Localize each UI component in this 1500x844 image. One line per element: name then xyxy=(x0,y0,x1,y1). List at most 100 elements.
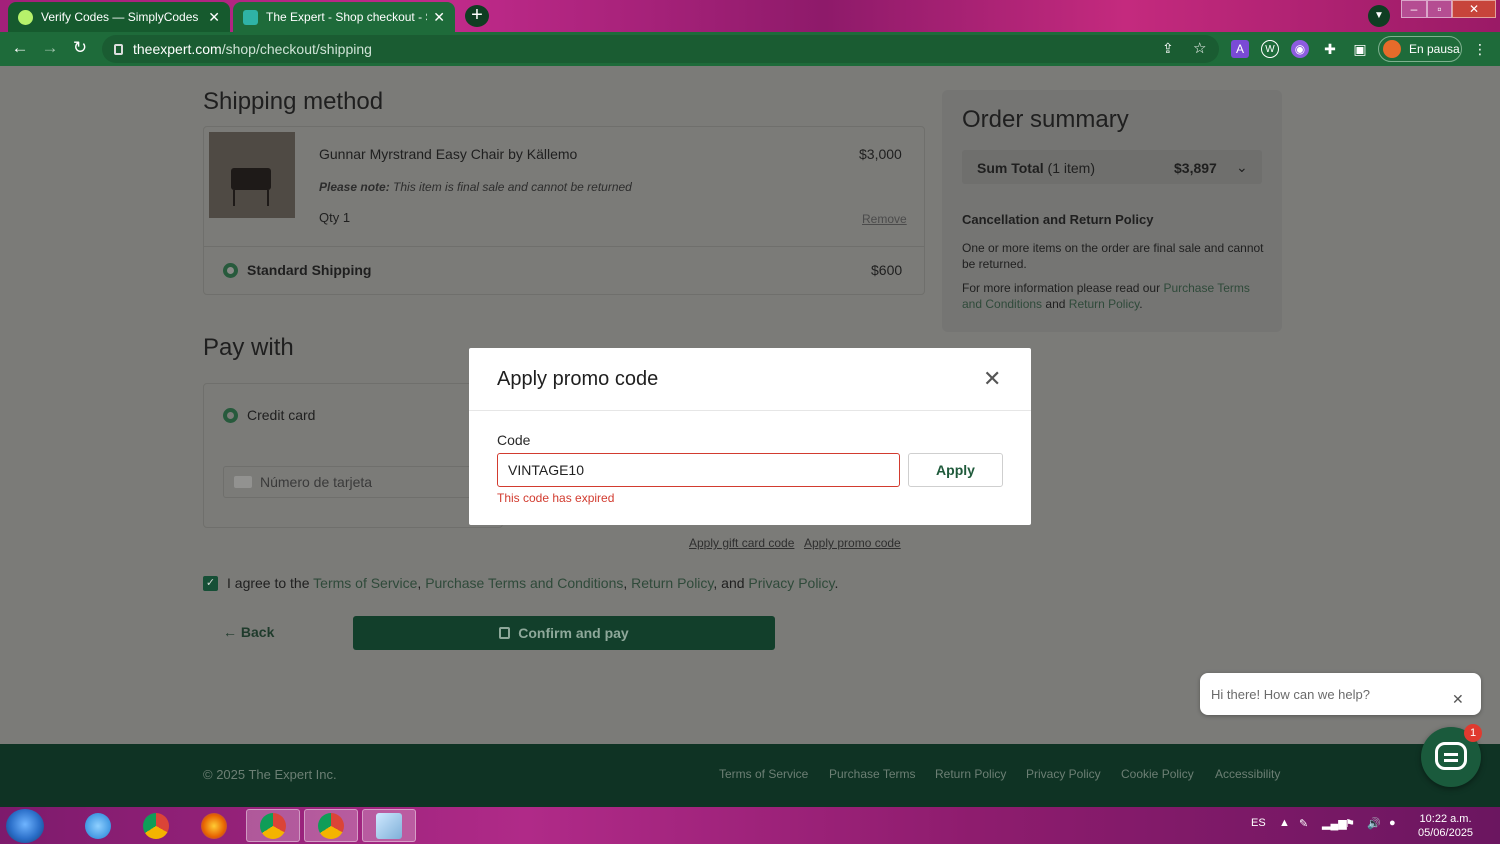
browser-toolbar: ← → ↻ theexpert.com/shop/checkout/shippi… xyxy=(0,32,1500,66)
policy-text: One or more items on the order are final… xyxy=(962,241,1264,271)
windows-taskbar: ES ▲ ✎ ▂▄▆ ⚑ 🔊 ● 10:22 a.m. 05/06/2025 xyxy=(0,807,1500,844)
minimize-window-button[interactable]: – xyxy=(1401,0,1427,18)
standard-shipping-radio[interactable] xyxy=(223,263,238,278)
extensions-puzzle-icon[interactable]: ✚ xyxy=(1321,40,1339,58)
simplycodes-favicon-icon xyxy=(18,9,33,25)
chrome-window-2-icon[interactable] xyxy=(304,809,358,842)
note-prefix: Please note: xyxy=(319,180,390,194)
order-summary-heading: Order summary xyxy=(962,106,1129,133)
terms-of-service-link[interactable]: Terms of Service xyxy=(313,575,417,591)
apply-promo-code-link[interactable]: Apply promo code xyxy=(804,536,901,550)
return-policy-link[interactable]: Return Policy xyxy=(1069,297,1139,311)
footer-link-accessibility[interactable]: Accessibility xyxy=(1215,767,1280,781)
footer-link-return-policy[interactable]: Return Policy xyxy=(935,767,1006,781)
site-footer: © 2025 The Expert Inc. Terms of Service … xyxy=(0,744,1500,807)
chair-shape xyxy=(231,168,271,190)
apply-button[interactable]: Apply xyxy=(908,453,1003,487)
agree-checkbox[interactable]: ✓ xyxy=(203,576,218,591)
credit-card-radio[interactable] xyxy=(223,408,238,423)
new-tab-button[interactable]: + xyxy=(465,5,489,27)
chevron-down-icon[interactable]: ⌄ xyxy=(1236,159,1248,176)
close-tab-icon[interactable]: ✕ xyxy=(433,9,445,26)
tab-shop-checkout[interactable]: The Expert - Shop checkout - Shipping ✕ xyxy=(233,2,455,32)
browser-menu-icon[interactable]: ⋮ xyxy=(1471,40,1489,58)
footer-link-cookie[interactable]: Cookie Policy xyxy=(1121,767,1194,781)
back-button[interactable]: ← Back xyxy=(223,624,274,640)
purchase-terms-link[interactable]: Purchase Terms and Conditions xyxy=(425,575,623,591)
language-indicator[interactable]: ES xyxy=(1251,817,1266,829)
volume-icon[interactable]: 🔊 xyxy=(1367,817,1381,830)
promo-error-message: This code has expired xyxy=(497,491,615,505)
clock-date: 05/06/2025 xyxy=(1418,827,1474,839)
bookmark-star-icon[interactable]: ☆ xyxy=(1193,39,1206,57)
more-prefix: For more information please read our xyxy=(962,281,1161,295)
extension-a-icon[interactable]: A xyxy=(1231,40,1249,58)
confirm-and-pay-button[interactable]: Confirm and pay xyxy=(353,616,775,650)
tab-verify-codes[interactable]: Verify Codes — SimplyCodes ✕ xyxy=(8,2,230,32)
product-qty: Qty 1 xyxy=(319,210,351,225)
product-name: Gunnar Myrstrand Easy Chair by Källemo xyxy=(319,146,578,162)
footer-link-terms[interactable]: Terms of Service xyxy=(719,767,808,781)
apply-gift-card-link[interactable]: Apply gift card code xyxy=(689,536,794,550)
policy-more-info: For more information please read our Pur… xyxy=(962,281,1250,311)
copyright: © 2025 The Expert Inc. xyxy=(203,767,337,782)
footer-link-purchase-terms[interactable]: Purchase Terms xyxy=(829,767,915,781)
return-policy-link[interactable]: Return Policy xyxy=(631,575,713,591)
final-sale-note: Please note: This item is final sale and… xyxy=(319,180,632,194)
footer-link-privacy[interactable]: Privacy Policy xyxy=(1026,767,1101,781)
profile-status: En pausa xyxy=(1409,42,1460,56)
share-icon[interactable]: ⇪ xyxy=(1162,40,1174,57)
tray-app-icon[interactable]: ● xyxy=(1389,817,1396,829)
privacy-policy-link[interactable]: Privacy Policy xyxy=(748,575,834,591)
back-arrow-icon[interactable]: ← xyxy=(9,38,31,58)
chrome-icon[interactable] xyxy=(129,809,183,842)
profile-button[interactable]: En pausa xyxy=(1378,36,1462,62)
promo-code-input[interactable] xyxy=(497,453,900,487)
divider xyxy=(204,246,924,247)
tab-search-chevron-icon[interactable]: ▼ xyxy=(1368,5,1390,27)
chair-leg xyxy=(267,190,269,206)
internet-explorer-icon[interactable] xyxy=(71,809,125,842)
shipping-method-heading: Shipping method xyxy=(203,88,384,115)
extension-purple-icon[interactable]: ◉ xyxy=(1291,40,1309,58)
close-window-button[interactable]: ✕ xyxy=(1452,0,1496,18)
modal-divider xyxy=(469,410,1031,411)
chat-greeting-text: Hi there! How can we help? xyxy=(1211,687,1370,702)
show-hidden-icons-icon[interactable]: ▲ xyxy=(1279,817,1290,829)
forward-arrow-icon[interactable]: → xyxy=(39,38,61,58)
clock-time: 10:22 a.m. xyxy=(1419,813,1472,825)
browser-tab-strip: Verify Codes — SimplyCodes ✕ The Expert … xyxy=(0,0,1500,32)
side-panel-icon[interactable]: ▣ xyxy=(1351,40,1369,58)
chrome-window-1-icon[interactable] xyxy=(246,809,300,842)
sum-total-value: $3,897 xyxy=(1174,160,1217,176)
chat-icon xyxy=(1435,742,1467,770)
lock-icon xyxy=(499,627,511,639)
reload-icon[interactable]: ↻ xyxy=(69,38,91,58)
card-number-placeholder: Número de tarjeta xyxy=(260,474,373,490)
close-icon[interactable]: ✕ xyxy=(1452,691,1464,708)
action-center-flag-icon[interactable]: ⚑ xyxy=(1345,817,1355,830)
sum-label: Sum Total xyxy=(977,160,1044,176)
network-icon[interactable]: ▂▄▆ xyxy=(1322,817,1347,830)
more-and: and xyxy=(1045,297,1066,311)
system-clock[interactable]: 10:22 a.m. 05/06/2025 xyxy=(1418,812,1473,840)
start-button[interactable] xyxy=(6,809,44,843)
pen-icon[interactable]: ✎ xyxy=(1299,817,1308,830)
profile-avatar xyxy=(1383,40,1401,58)
firefox-icon[interactable] xyxy=(187,809,241,842)
close-icon[interactable]: ✕ xyxy=(983,366,1001,392)
tab-title: The Expert - Shop checkout - Shipping xyxy=(266,10,427,24)
card-number-input[interactable]: Número de tarjeta xyxy=(223,466,473,498)
chat-greeting-bubble[interactable]: Hi there! How can we help? ✕ xyxy=(1200,673,1481,715)
promo-code-modal: Apply promo code ✕ Code Apply This code … xyxy=(469,348,1031,525)
policy-title: Cancellation and Return Policy xyxy=(962,212,1154,227)
close-tab-icon[interactable]: ✕ xyxy=(208,9,220,26)
notepad-icon[interactable] xyxy=(362,809,416,842)
theexpert-favicon-icon xyxy=(243,9,258,25)
chair-leg xyxy=(233,190,235,206)
address-bar[interactable]: theexpert.com/shop/checkout/shipping ⇪ ☆ xyxy=(102,35,1219,63)
remove-item-link[interactable]: Remove xyxy=(862,212,907,226)
pay-with-heading: Pay with xyxy=(203,334,294,361)
maximize-window-button[interactable]: ▫ xyxy=(1427,0,1452,18)
extension-w-icon[interactable]: W xyxy=(1261,40,1279,58)
